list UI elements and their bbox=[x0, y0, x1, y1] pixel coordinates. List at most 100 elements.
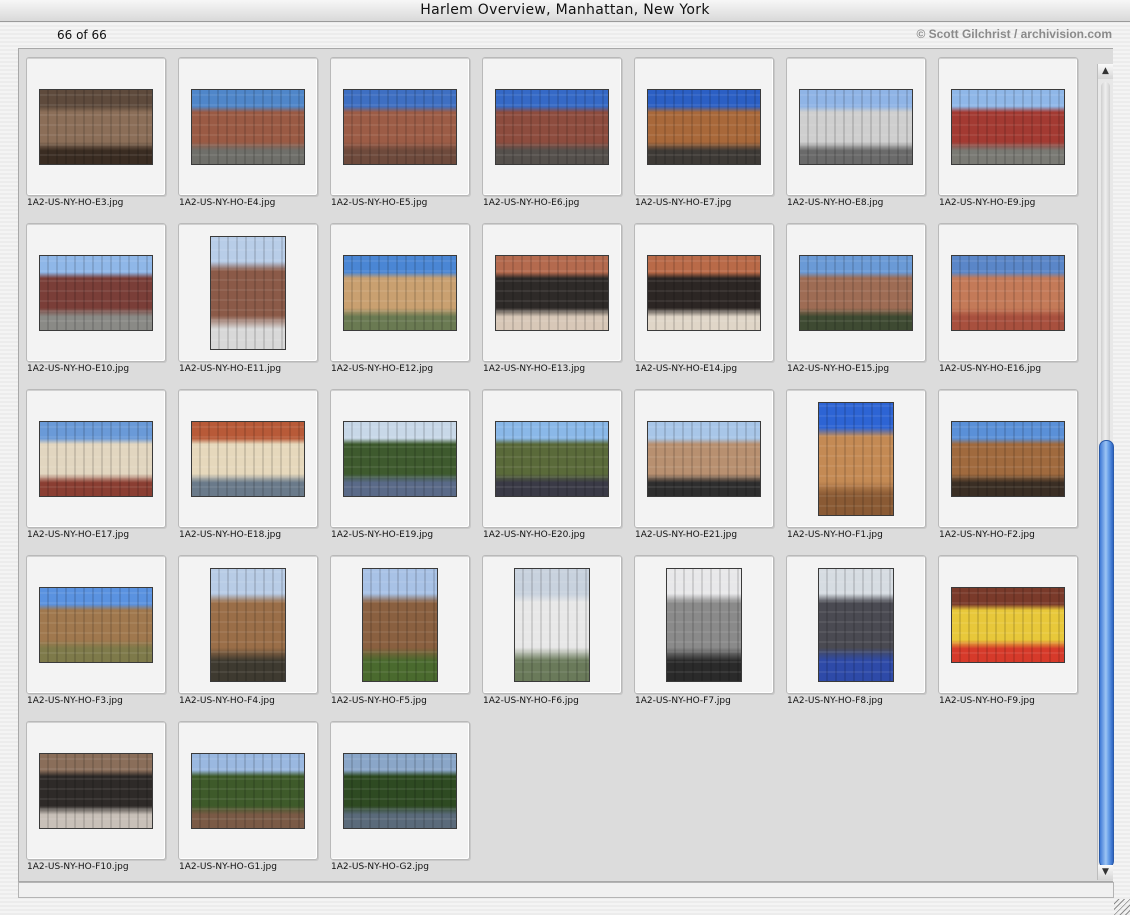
thumbnail-image[interactable] bbox=[495, 254, 609, 331]
thumbnail-item[interactable]: 1A2-US-NY-HO-E14.jpg bbox=[627, 216, 779, 376]
thumbnail-image[interactable] bbox=[647, 88, 761, 165]
slide-frame[interactable] bbox=[482, 223, 622, 362]
thumbnail-image[interactable] bbox=[191, 420, 305, 497]
thumbnail-item[interactable]: 1A2-US-NY-HO-E13.jpg bbox=[475, 216, 627, 376]
slide-frame[interactable] bbox=[786, 555, 926, 694]
thumbnail-item[interactable]: 1A2-US-NY-HO-E17.jpg bbox=[19, 382, 171, 542]
scroll-thumb[interactable] bbox=[1099, 440, 1114, 868]
thumbnail-item[interactable]: 1A2-US-NY-HO-E18.jpg bbox=[171, 382, 323, 542]
thumbnail-image[interactable] bbox=[210, 567, 286, 682]
thumbnail-image[interactable] bbox=[39, 88, 153, 165]
thumbnail-item[interactable]: 1A2-US-NY-HO-F7.jpg bbox=[627, 548, 779, 708]
resize-grip-icon[interactable] bbox=[1114, 899, 1130, 915]
slide-frame[interactable] bbox=[178, 389, 318, 528]
scroll-up-arrow-icon[interactable]: ▲ bbox=[1098, 64, 1113, 79]
thumbnail-item[interactable]: 1A2-US-NY-HO-E9.jpg bbox=[931, 50, 1083, 210]
thumbnail-image[interactable] bbox=[647, 254, 761, 331]
thumbnail-item[interactable]: 1A2-US-NY-HO-E5.jpg bbox=[323, 50, 475, 210]
thumbnail-item[interactable]: 1A2-US-NY-HO-E6.jpg bbox=[475, 50, 627, 210]
slide-frame[interactable] bbox=[786, 223, 926, 362]
thumbnail-image[interactable] bbox=[818, 567, 894, 682]
vertical-scrollbar[interactable]: ▲ ▼ bbox=[1097, 64, 1114, 880]
thumbnail-item[interactable]: 1A2-US-NY-HO-E4.jpg bbox=[171, 50, 323, 210]
thumbnail-image[interactable] bbox=[951, 420, 1065, 497]
thumbnail-item[interactable]: 1A2-US-NY-HO-F10.jpg bbox=[19, 714, 171, 874]
thumbnail-image[interactable] bbox=[39, 752, 153, 829]
slide-frame[interactable] bbox=[938, 389, 1078, 528]
thumbnail-item[interactable]: 1A2-US-NY-HO-E12.jpg bbox=[323, 216, 475, 376]
scroll-down-arrow-icon[interactable]: ▼ bbox=[1098, 865, 1113, 880]
thumbnail-texture bbox=[952, 421, 1064, 496]
thumbnail-item[interactable]: 1A2-US-NY-HO-F9.jpg bbox=[931, 548, 1083, 708]
thumbnail-image[interactable] bbox=[343, 254, 457, 331]
thumbnail-image[interactable] bbox=[39, 586, 153, 663]
slide-frame[interactable] bbox=[634, 389, 774, 528]
thumbnail-image[interactable] bbox=[343, 420, 457, 497]
thumbnail-image[interactable] bbox=[362, 567, 438, 682]
slide-frame[interactable] bbox=[786, 57, 926, 196]
slide-frame[interactable] bbox=[330, 555, 470, 694]
slide-frame[interactable] bbox=[938, 223, 1078, 362]
slide-frame[interactable] bbox=[482, 389, 622, 528]
thumbnail-item[interactable]: 1A2-US-NY-HO-G1.jpg bbox=[171, 714, 323, 874]
thumbnail-image[interactable] bbox=[343, 88, 457, 165]
slide-frame[interactable] bbox=[634, 57, 774, 196]
thumbnail-image[interactable] bbox=[951, 88, 1065, 165]
thumbnail-item[interactable]: 1A2-US-NY-HO-E10.jpg bbox=[19, 216, 171, 376]
thumbnail-item[interactable]: 1A2-US-NY-HO-E21.jpg bbox=[627, 382, 779, 542]
thumbnail-image[interactable] bbox=[495, 420, 609, 497]
thumbnail-image[interactable] bbox=[191, 752, 305, 829]
thumbnail-item[interactable]: 1A2-US-NY-HO-F4.jpg bbox=[171, 548, 323, 708]
slide-frame[interactable] bbox=[26, 721, 166, 860]
slide-frame[interactable] bbox=[482, 57, 622, 196]
file-name-label: 1A2-US-NY-HO-E21.jpg bbox=[635, 530, 738, 540]
thumbnail-item[interactable]: 1A2-US-NY-HO-F8.jpg bbox=[779, 548, 931, 708]
slide-frame[interactable] bbox=[786, 389, 926, 528]
thumbnail-image[interactable] bbox=[191, 88, 305, 165]
thumbnail-item[interactable]: 1A2-US-NY-HO-F5.jpg bbox=[323, 548, 475, 708]
slide-frame[interactable] bbox=[26, 389, 166, 528]
slide-frame[interactable] bbox=[634, 555, 774, 694]
thumbnail-image[interactable] bbox=[514, 567, 590, 682]
thumbnail-image[interactable] bbox=[799, 88, 913, 165]
slide-frame[interactable] bbox=[330, 223, 470, 362]
thumbnail-item[interactable]: 1A2-US-NY-HO-E7.jpg bbox=[627, 50, 779, 210]
slide-frame[interactable] bbox=[634, 223, 774, 362]
thumbnail-image[interactable] bbox=[343, 752, 457, 829]
slide-frame[interactable] bbox=[938, 57, 1078, 196]
thumbnail-image[interactable] bbox=[39, 420, 153, 497]
thumbnail-image[interactable] bbox=[666, 567, 742, 682]
slide-frame[interactable] bbox=[330, 721, 470, 860]
thumbnail-item[interactable]: 1A2-US-NY-HO-E8.jpg bbox=[779, 50, 931, 210]
thumbnail-image[interactable] bbox=[495, 88, 609, 165]
thumbnail-item[interactable]: 1A2-US-NY-HO-F1.jpg bbox=[779, 382, 931, 542]
slide-frame[interactable] bbox=[26, 555, 166, 694]
thumbnail-item[interactable]: 1A2-US-NY-HO-G2.jpg bbox=[323, 714, 475, 874]
thumbnail-item[interactable]: 1A2-US-NY-HO-E15.jpg bbox=[779, 216, 931, 376]
slide-frame[interactable] bbox=[938, 555, 1078, 694]
thumbnail-image[interactable] bbox=[818, 401, 894, 516]
slide-frame[interactable] bbox=[178, 721, 318, 860]
thumbnail-item[interactable]: 1A2-US-NY-HO-E16.jpg bbox=[931, 216, 1083, 376]
thumbnail-item[interactable]: 1A2-US-NY-HO-F2.jpg bbox=[931, 382, 1083, 542]
thumbnail-image[interactable] bbox=[39, 254, 153, 331]
slide-frame[interactable] bbox=[178, 555, 318, 694]
thumbnail-item[interactable]: 1A2-US-NY-HO-E11.jpg bbox=[171, 216, 323, 376]
thumbnail-item[interactable]: 1A2-US-NY-HO-F3.jpg bbox=[19, 548, 171, 708]
thumbnail-image[interactable] bbox=[647, 420, 761, 497]
thumbnail-image[interactable] bbox=[210, 235, 286, 350]
slide-frame[interactable] bbox=[330, 57, 470, 196]
slide-frame[interactable] bbox=[482, 555, 622, 694]
slide-frame[interactable] bbox=[178, 57, 318, 196]
thumbnail-image[interactable] bbox=[951, 586, 1065, 663]
thumbnail-item[interactable]: 1A2-US-NY-HO-E3.jpg bbox=[19, 50, 171, 210]
thumbnail-item[interactable]: 1A2-US-NY-HO-E19.jpg bbox=[323, 382, 475, 542]
thumbnail-image[interactable] bbox=[799, 254, 913, 331]
slide-frame[interactable] bbox=[26, 223, 166, 362]
slide-frame[interactable] bbox=[26, 57, 166, 196]
thumbnail-item[interactable]: 1A2-US-NY-HO-F6.jpg bbox=[475, 548, 627, 708]
thumbnail-image[interactable] bbox=[951, 254, 1065, 331]
slide-frame[interactable] bbox=[178, 223, 318, 362]
slide-frame[interactable] bbox=[330, 389, 470, 528]
thumbnail-item[interactable]: 1A2-US-NY-HO-E20.jpg bbox=[475, 382, 627, 542]
